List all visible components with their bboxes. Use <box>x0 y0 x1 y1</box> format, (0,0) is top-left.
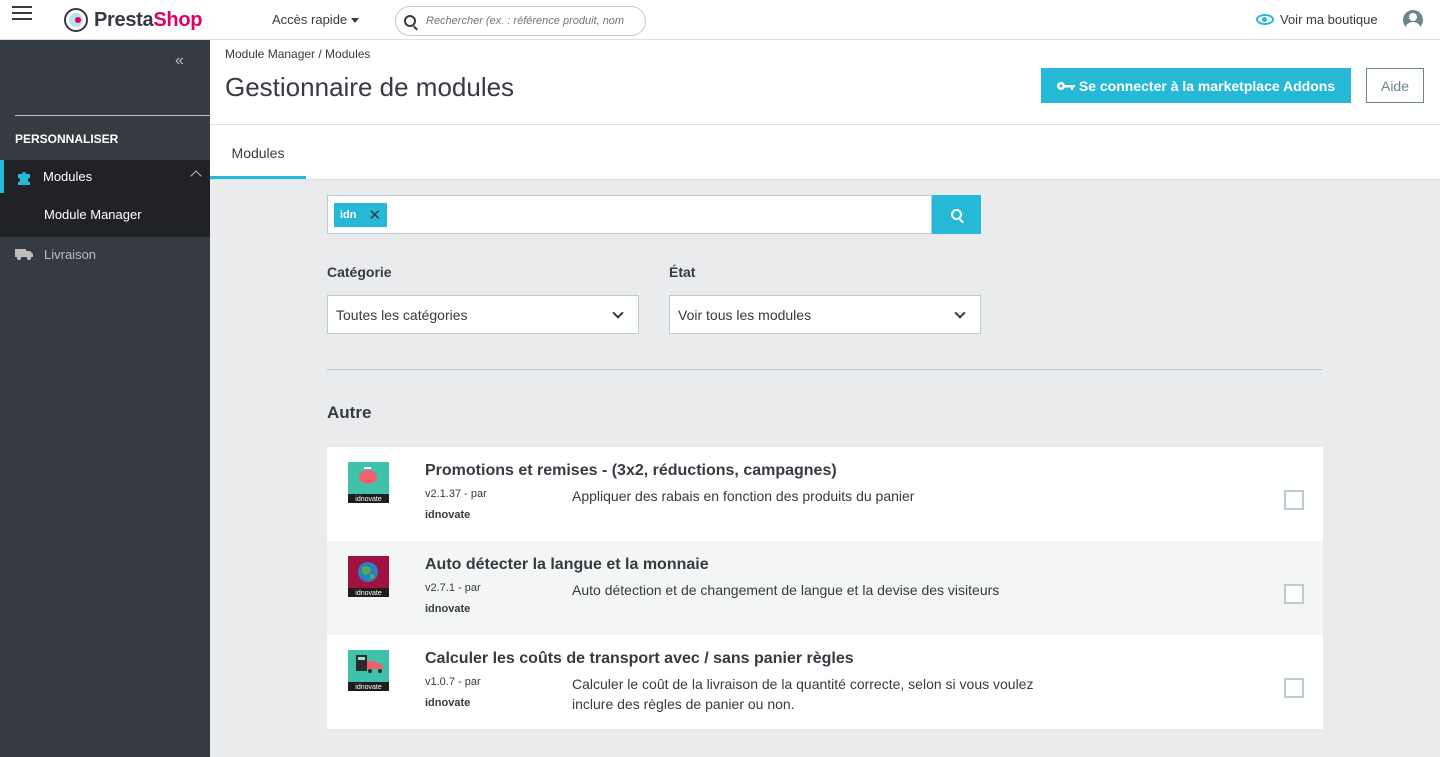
globe-icon: idnovate <box>348 556 389 597</box>
page-title: Gestionnaire de modules <box>225 72 515 102</box>
global-search[interactable] <box>395 6 646 36</box>
search-icon <box>404 15 416 27</box>
module-icon-label: idnovate <box>355 590 382 597</box>
account-icon[interactable] <box>1403 10 1423 30</box>
search-tag: idn ✕ <box>334 202 388 227</box>
caret-down-icon <box>351 18 360 24</box>
collapse-sidebar-icon[interactable]: « <box>175 52 184 70</box>
chevron-down-icon <box>612 307 624 319</box>
state-select[interactable]: Voir tous les modules <box>669 295 981 334</box>
quick-access-menu[interactable]: Accès rapide <box>272 12 360 27</box>
module-author: idnovate <box>425 509 471 521</box>
module-list: idnovate Promotions et remises - (3x2, r… <box>327 447 1323 729</box>
module-description: Calculer le coût de la livraison de la q… <box>572 676 1034 712</box>
close-icon[interactable]: ✕ <box>369 206 382 224</box>
key-icon <box>1056 81 1075 90</box>
category-select[interactable]: Toutes les catégories <box>327 295 639 334</box>
connect-addons-label: Se connecter à la marketplace Addons <box>1078 77 1336 94</box>
category-select-value: Toutes les catégories <box>336 306 468 323</box>
sidebar-subitem-module-manager[interactable]: Module Manager <box>44 207 142 222</box>
sidebar-item-livraison[interactable]: Livraison <box>0 240 210 268</box>
module-search-button[interactable] <box>932 195 981 234</box>
module-row[interactable]: idnovate Auto détecter la langue et la m… <box>327 541 1323 635</box>
quick-access-label: Accès rapide <box>272 12 348 27</box>
module-search-bar: idn ✕ <box>327 195 981 234</box>
tab-bar: Modules <box>210 125 1440 180</box>
module-row[interactable]: idnovate Promotions et remises - (3x2, r… <box>327 447 1323 541</box>
module-icon-label: idnovate <box>355 496 382 503</box>
search-icon <box>951 209 962 220</box>
module-name: Auto détecter la langue et la monnaie <box>425 556 709 573</box>
module-author: idnovate <box>425 603 471 615</box>
module-version: v2.1.37 - par <box>425 488 487 500</box>
module-select-checkbox[interactable] <box>1284 678 1304 698</box>
module-name: Calculer les coûts de transport avec / s… <box>425 650 854 667</box>
connect-addons-button[interactable]: Se connecter à la marketplace Addons <box>1041 68 1351 103</box>
module-icon-label: idnovate <box>355 684 382 691</box>
breadcrumb[interactable]: Module Manager / Modules <box>225 47 370 61</box>
module-author: idnovate <box>425 697 471 709</box>
truck-icon <box>15 249 33 260</box>
help-button[interactable]: Aide <box>1366 68 1424 103</box>
puzzle-icon <box>18 171 30 185</box>
chevron-up-icon <box>190 170 202 182</box>
module-select-checkbox[interactable] <box>1284 490 1304 510</box>
sidebar-divider <box>15 115 210 116</box>
module-search-input[interactable]: idn ✕ <box>327 195 932 234</box>
piggy-bank-icon: idnovate <box>348 462 389 503</box>
sidebar-submenu: Module Manager <box>0 193 210 237</box>
view-shop-label: Voir ma boutique <box>1280 12 1378 27</box>
search-tag-label: idn <box>340 208 357 221</box>
module-name: Promotions et remises - (3x2, réductions… <box>425 462 837 479</box>
logo-text-shop: Shop <box>153 8 203 31</box>
logo-text-presta: Presta <box>94 8 154 31</box>
module-select-checkbox[interactable] <box>1284 584 1304 604</box>
state-select-value: Voir tous les modules <box>678 306 812 323</box>
state-label: État <box>669 264 696 280</box>
module-section-title: Autre <box>327 403 372 422</box>
delivery-calculator-icon: idnovate <box>348 650 389 691</box>
module-description: Auto détection et de changement de langu… <box>572 582 1000 598</box>
view-shop-link[interactable]: Voir ma boutique <box>1256 12 1378 27</box>
module-version: v2.7.1 - par <box>425 582 481 594</box>
tab-modules[interactable]: Modules <box>210 130 306 179</box>
page-header: Module Manager / Modules Gestionnaire de… <box>210 40 1440 125</box>
menu-toggle-icon[interactable] <box>12 6 32 22</box>
prestashop-logo[interactable]: PrestaShop <box>64 8 202 32</box>
eye-icon <box>1256 14 1274 25</box>
category-label: Catégorie <box>327 264 392 280</box>
puffin-logo-icon <box>64 8 88 32</box>
sidebar-section-title: PERSONNALISER <box>15 132 119 146</box>
module-description: Appliquer des rabais en fonction des pro… <box>572 488 915 504</box>
module-row[interactable]: idnovate Calculer les coûts de transport… <box>327 635 1323 729</box>
search-input[interactable] <box>426 15 636 27</box>
top-header: PrestaShop Accès rapide Voir ma boutique <box>0 0 1440 40</box>
sidebar-item-label: Livraison <box>44 246 97 262</box>
sidebar-item-label: Modules <box>43 169 93 184</box>
module-version: v1.0.7 - par <box>425 676 481 688</box>
chevron-down-icon <box>954 307 966 319</box>
divider <box>327 369 1323 370</box>
sidebar-item-modules[interactable]: Modules <box>0 160 210 193</box>
sidebar: « PERSONNALISER Modules Module Manager L… <box>0 40 210 757</box>
